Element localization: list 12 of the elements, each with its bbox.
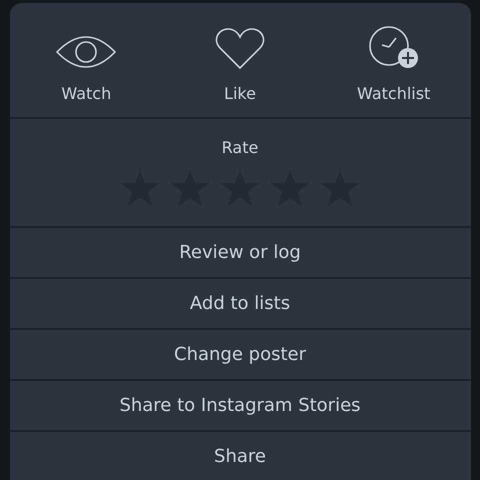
clock-plus-icon <box>368 26 419 70</box>
eye-icon <box>55 34 118 70</box>
heart-icon <box>215 28 265 70</box>
menu-item[interactable]: Add to lists <box>10 279 470 330</box>
like-button[interactable]: Like <box>163 3 317 117</box>
menu-item[interactable]: Share <box>10 432 470 480</box>
menu-item[interactable]: Share to Instagram Stories <box>10 381 470 432</box>
watch-button[interactable]: Watch <box>10 3 164 117</box>
watchlist-button[interactable]: Watchlist <box>316 3 471 117</box>
rate-label: Rate <box>222 138 258 157</box>
menu-item[interactable]: Review or log <box>10 228 470 279</box>
menu-item[interactable]: Change poster <box>10 330 470 381</box>
